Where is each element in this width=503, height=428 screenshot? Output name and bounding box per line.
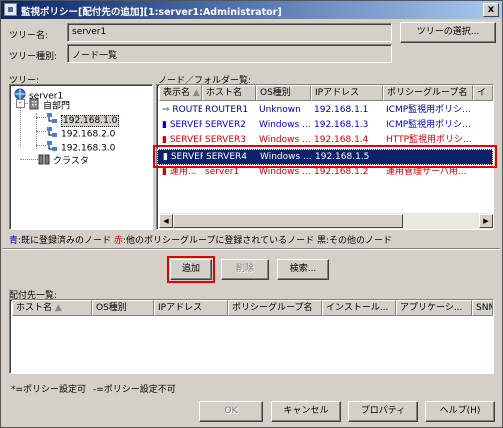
cancel-button[interactable]: キャンセル [271, 401, 341, 422]
col-header-more[interactable]: イ [473, 85, 493, 101]
select-tree-button[interactable]: ツリーの選択... [400, 22, 496, 43]
app-icon [4, 3, 17, 16]
tree-type-value: ノード一覧 [72, 51, 118, 61]
tree-node-own-dept[interactable]: 自部門 [28, 98, 71, 112]
delete-label: 削除 [235, 264, 254, 274]
ok-label: OK [224, 406, 238, 416]
tree-node-cluster[interactable]: クラスタ [38, 153, 89, 167]
tree-node-label: 自部門 [43, 101, 71, 112]
separator [3, 248, 500, 250]
col-header-display-name[interactable]: 表示名 ▲ [159, 85, 202, 101]
tree-node-subnet-1[interactable]: 192.168.1.0 [46, 112, 120, 127]
tree-node-subnet-2[interactable]: 192.168.2.0 [46, 126, 116, 140]
tree-node-subnet-3[interactable]: 192.168.3.0 [46, 140, 116, 154]
col-header-policy-group[interactable]: ポリシーグループ名 [383, 85, 473, 101]
col-header-os[interactable]: OS種別 [256, 85, 311, 101]
server-icon: ▮ [162, 167, 167, 177]
col-header-hostname[interactable]: ホスト名 [202, 85, 256, 101]
col-header-install[interactable]: インストール... [322, 300, 396, 316]
building-icon [28, 98, 40, 114]
note-not-settable: -=ポリシー設定不可 [93, 385, 176, 395]
close-button[interactable]: x [483, 3, 499, 17]
col-header-hostname[interactable]: ホスト名 ▲ [12, 300, 92, 316]
delete-button[interactable]: 削除 [221, 259, 269, 280]
tree-panel[interactable]: server1 - 自部門 192.168.1.0 192.168.2.0 19… [9, 84, 153, 230]
cancel-label: キャンセル [283, 406, 329, 416]
server-icon: ▮ [162, 135, 167, 145]
horizontal-scrollbar[interactable]: ◀ ▶ [159, 213, 493, 229]
tree-name-value: server1 [72, 27, 107, 37]
cluster-icon [38, 153, 50, 169]
tree-node-label: 192.168.1.0 [61, 114, 120, 127]
note-settable: *=ポリシー設定可 [11, 385, 87, 395]
tree-type-label: ツリー種別: [9, 52, 58, 62]
col-header-application[interactable]: アプリケーシ... [396, 300, 472, 316]
color-legend: 青:既に登録済みのノード 赤:他のポリシーグループに登録されているノード 黒:そ… [9, 236, 393, 246]
highlight-box [153, 145, 497, 168]
tree-name-field: server1 [67, 23, 392, 42]
col-header-snmp[interactable]: SNM [472, 300, 493, 316]
tree-name-label: ツリー名: [9, 31, 49, 41]
col-header-policy-group[interactable]: ポリシーグループ名 [228, 300, 322, 316]
col-header-ip[interactable]: IPアドレス [154, 300, 228, 316]
add-highlight-box [167, 256, 215, 283]
ok-button[interactable]: OK [199, 401, 263, 422]
table-row[interactable]: ⇒ ROUTER1 ROUTER1 Unknown 192.168.1.1 IC… [157, 103, 493, 118]
server-icon: ▮ [162, 120, 167, 130]
scroll-right-icon[interactable]: ▶ [479, 214, 493, 228]
tree-node-label: クラスタ [53, 156, 89, 167]
help-label: ヘルプ(H) [439, 406, 481, 416]
col-header-os[interactable]: OS種別 [92, 300, 154, 316]
window-title: 監視ポリシー[配付先の追加][1:server1:Administrator] [21, 7, 282, 18]
help-button[interactable]: ヘルプ(H) [425, 401, 495, 422]
policy-dialog: 監視ポリシー[配付先の追加][1:server1:Administrator] … [0, 0, 503, 428]
collapse-toggle[interactable]: - [16, 99, 25, 108]
tree-type-field: ノード一覧 [67, 44, 392, 63]
properties-label: プロパティ [360, 406, 406, 416]
title-bar: 監視ポリシー[配付先の追加][1:server1:Administrator] … [1, 1, 502, 19]
table-row[interactable]: ▮ SERVER2 SERVER2 Windows ... 192.168.1.… [157, 118, 493, 133]
tree-node-label: 192.168.3.0 [61, 143, 116, 154]
search-button[interactable]: 検索... [277, 259, 329, 280]
search-label: 検索... [289, 264, 317, 274]
tree-node-label: 192.168.2.0 [61, 129, 116, 140]
scroll-left-icon[interactable]: ◀ [159, 214, 173, 228]
select-tree-label: ツリーの選択... [416, 27, 480, 37]
distribution-table[interactable]: ホスト名 ▲ OS種別 IPアドレス ポリシーグループ名 インストール... ア… [9, 299, 494, 374]
properties-button[interactable]: プロパティ [348, 401, 418, 422]
scroll-thumb[interactable] [173, 214, 403, 228]
col-header-ip[interactable]: IPアドレス [311, 85, 383, 101]
